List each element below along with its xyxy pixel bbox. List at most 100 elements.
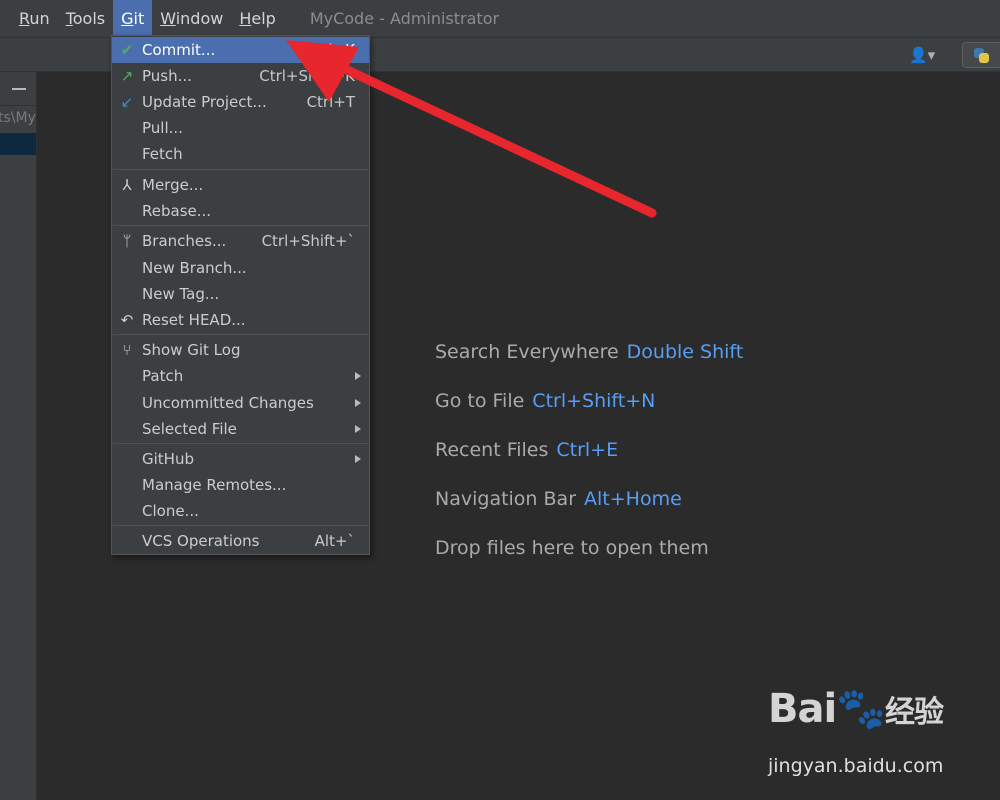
baidu-url: jingyan.baidu.com [768,755,944,777]
git-reset-head-label: Reset HEAD... [142,311,246,329]
git-show-log-item[interactable]: ⑂ Show Git Log [112,337,369,363]
merge-icon: ⅄ [122,176,132,194]
hint-recent-files: Recent Files Ctrl+E [435,439,743,488]
menu-help-label-rest: elp [251,9,276,28]
git-manage-remotes-label: Manage Remotes... [142,476,287,494]
git-uncommitted-changes-label: Uncommitted Changes [142,394,314,412]
menu-tools-label-rest: ools [72,9,106,28]
run-config-button[interactable] [962,42,1000,68]
git-branches-label: Branches... [142,232,227,250]
git-manage-remotes-item[interactable]: Manage Remotes... [112,472,369,498]
git-clone-label: Clone... [142,502,199,520]
submenu-arrow-icon [355,455,361,463]
menu-separator [113,225,368,226]
baidu-paw-icon: 🐾 [836,686,886,732]
menu-window-label-rest: indow [175,9,224,28]
git-merge-item[interactable]: ⅄ Merge... [112,172,369,198]
reset-undo-icon: ↶ [120,311,134,329]
hint-shortcut: Double Shift [626,341,744,363]
git-update-project-label: Update Project... [142,93,267,111]
git-vcs-operations-label: VCS Operations [142,532,260,550]
submenu-arrow-icon [355,399,361,407]
git-patch-item[interactable]: Patch [112,363,369,389]
baidu-logo: Bai🐾经验 [768,685,944,732]
git-clone-item[interactable]: Clone... [112,498,369,524]
project-path-text: ts\My [0,110,36,126]
hint-text: Search Everywhere [435,341,619,363]
menu-run[interactable]: Run [11,0,58,37]
git-commit-shortcut: Ctrl+K [305,41,355,59]
git-new-tag-item[interactable]: New Tag... [112,281,369,307]
git-github-label: GitHub [142,450,194,468]
menu-separator [113,525,368,526]
project-panel-header [0,72,37,106]
menu-separator [113,334,368,335]
editor-hints: Search Everywhere Double Shift Go to File… [435,341,743,586]
git-patch-label: Patch [142,367,184,385]
submenu-arrow-icon [355,372,361,380]
hint-search-everywhere: Search Everywhere Double Shift [435,341,743,390]
git-dropdown-menu: ✔ Commit... Ctrl+K ↗ Push... Ctrl+Shift+… [111,35,370,555]
menu-help-label: H [239,9,252,28]
git-log-icon: ⑂ [122,341,132,359]
git-rebase-item[interactable]: Rebase... [112,198,369,224]
git-push-item[interactable]: ↗ Push... Ctrl+Shift+K [112,63,369,89]
git-github-item[interactable]: GitHub [112,446,369,472]
baidu-logo-cn: 经验 [885,695,944,730]
hint-text: Drop files here to open them [435,537,709,559]
menu-bar-edge [0,0,11,37]
baidu-watermark: Bai🐾经验 jingyan.baidu.com [768,685,968,785]
git-vcs-operations-shortcut: Alt+` [314,532,355,550]
git-branches-item[interactable]: ᛘ Branches... Ctrl+Shift+` [112,228,369,254]
git-reset-head-item[interactable]: ↶ Reset HEAD... [112,307,369,333]
git-commit-label: Commit... [142,41,216,59]
minimize-icon[interactable] [12,88,26,90]
menu-git-label: G [121,9,134,28]
git-pull-label: Pull... [142,119,183,137]
push-arrow-icon: ↗ [120,67,134,85]
python-icon [974,48,989,63]
menu-bar: Run Tools Git Window Help MyCode - Admin… [0,0,1000,37]
git-commit-item[interactable]: ✔ Commit... Ctrl+K [112,37,369,63]
hint-text: Navigation Bar [435,488,577,510]
git-fetch-label: Fetch [142,145,183,163]
menu-git-label-rest: it [133,9,145,28]
menu-run-label: R [19,9,30,28]
git-vcs-operations-item[interactable]: VCS Operations Alt+` [112,528,369,554]
git-merge-label: Merge... [142,176,204,194]
hint-text: Recent Files [435,439,549,461]
git-show-log-label: Show Git Log [142,341,241,359]
hint-text: Go to File [435,390,525,412]
hint-shortcut: Alt+Home [584,488,682,510]
menu-git[interactable]: Git [113,0,153,37]
menu-tools[interactable]: Tools [58,0,113,37]
git-push-label: Push... [142,67,192,85]
hint-shortcut: Ctrl+E [556,439,619,461]
menu-help[interactable]: Help [231,0,283,37]
menu-separator [113,443,368,444]
menu-window-label: W [160,9,176,28]
branch-icon: ᛘ [122,232,132,250]
git-rebase-label: Rebase... [142,202,212,220]
submenu-arrow-icon [355,425,361,433]
update-arrow-icon: ↙ [120,93,134,111]
user-account-icon[interactable]: 👤▾ [909,46,935,64]
menu-window[interactable]: Window [152,0,231,37]
git-new-branch-item[interactable]: New Branch... [112,255,369,281]
project-tree-selected-row[interactable] [0,133,36,155]
git-fetch-item[interactable]: Fetch [112,141,369,167]
hint-go-to-file: Go to File Ctrl+Shift+N [435,390,743,439]
git-selected-file-item[interactable]: Selected File [112,416,369,442]
git-update-project-item[interactable]: ↙ Update Project... Ctrl+T [112,89,369,115]
git-new-branch-label: New Branch... [142,259,247,277]
git-uncommitted-changes-item[interactable]: Uncommitted Changes [112,390,369,416]
git-pull-item[interactable]: Pull... [112,115,369,141]
hint-drop-files: Drop files here to open them [435,537,743,586]
hint-shortcut: Ctrl+Shift+N [532,390,656,412]
git-new-tag-label: New Tag... [142,285,220,303]
git-selected-file-label: Selected File [142,420,237,438]
commit-check-icon: ✔ [120,41,134,59]
window-title: MyCode - Administrator [309,9,500,28]
git-update-project-shortcut: Ctrl+T [306,93,355,111]
baidu-logo-text: Bai [768,686,837,732]
